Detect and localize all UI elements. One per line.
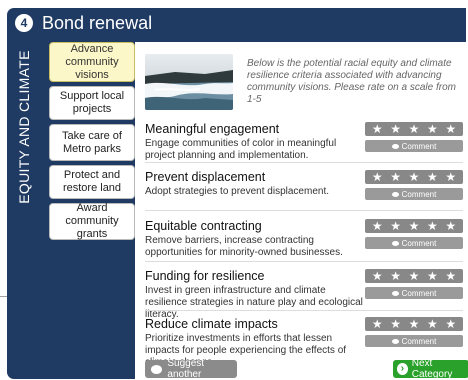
star-rating[interactable]: ★ ★ ★ ★ ★ (365, 317, 463, 331)
star-icon[interactable]: ★ (427, 270, 438, 282)
star-icon[interactable]: ★ (427, 123, 438, 135)
comment-button[interactable]: Comment (365, 140, 463, 152)
bond-renewal-window: 4 Bond renewal EQUITY AND CLIMATE Advanc… (7, 8, 468, 380)
criterion-meaningful-engagement: Meaningful engagement Engage communities… (145, 122, 463, 162)
divider (145, 162, 463, 163)
star-icon[interactable]: ★ (427, 171, 438, 183)
comment-button[interactable]: Comment (365, 188, 463, 200)
header-bar: 4 Bond renewal (7, 8, 466, 38)
star-icon[interactable]: ★ (390, 123, 401, 135)
comment-label: Comment (401, 336, 437, 346)
star-icon[interactable]: ★ (427, 318, 438, 330)
suggest-another-button[interactable]: Suggest another (145, 358, 237, 380)
star-icon[interactable]: ★ (372, 123, 383, 135)
speech-bubble-icon (391, 290, 399, 296)
star-icon[interactable]: ★ (390, 171, 401, 183)
next-label: Next Category (411, 358, 453, 380)
star-icon[interactable]: ★ (372, 220, 383, 232)
comment-button[interactable]: Comment (365, 287, 463, 299)
star-icon[interactable]: ★ (390, 318, 401, 330)
criterion-description: Invest in green infrastructure and clima… (145, 285, 363, 320)
side-label-container: EQUITY AND CLIMATE (7, 42, 41, 212)
criteria-panel: Below is the potential racial equity and… (135, 42, 468, 380)
star-icon[interactable]: ★ (390, 220, 401, 232)
speech-bubble-icon (391, 191, 399, 197)
suggest-label: Suggest another (167, 358, 205, 380)
arrow-right-circle-icon: › (397, 363, 408, 375)
comment-label: Comment (401, 189, 437, 199)
star-icon[interactable]: ★ (409, 220, 420, 232)
star-icon[interactable]: ★ (372, 270, 383, 282)
star-icon[interactable]: ★ (445, 123, 456, 135)
criterion-funding-for-resilience: Funding for resilience Invest in green i… (145, 269, 463, 321)
tab-support-local-projects[interactable]: Support local projects (49, 86, 135, 120)
star-icon[interactable]: ★ (445, 318, 456, 330)
criterion-description: Adopt strategies to prevent displacement… (145, 186, 329, 197)
star-icon[interactable]: ★ (445, 270, 456, 282)
tab-advance-community-visions[interactable]: Advance community visions (49, 42, 135, 82)
waterfall-photo (145, 54, 233, 110)
star-icon[interactable]: ★ (409, 123, 420, 135)
star-rating[interactable]: ★ ★ ★ ★ ★ (365, 170, 463, 184)
comment-button[interactable]: Comment (365, 335, 463, 347)
step-number-badge: 4 (15, 14, 33, 32)
tab-take-care-of-metro-parks[interactable]: Take care of Metro parks (49, 124, 135, 161)
star-icon[interactable]: ★ (409, 171, 420, 183)
divider (145, 310, 463, 311)
divider (145, 261, 463, 262)
divider (145, 210, 463, 211)
criterion-description: Engage communities of color in meaningfu… (145, 138, 337, 161)
tab-protect-and-restore-land[interactable]: Protect and restore land (49, 165, 135, 199)
next-category-button[interactable]: › Next Category (393, 358, 468, 380)
page-title: Bond renewal (42, 12, 153, 33)
star-icon[interactable]: ★ (409, 318, 420, 330)
comment-label: Comment (401, 238, 437, 248)
tab-award-community-grants[interactable]: Award community grants (49, 202, 135, 240)
speech-bubble-icon (391, 143, 399, 149)
intro-instructions: Below is the potential racial equity and… (247, 58, 456, 105)
star-icon[interactable]: ★ (372, 318, 383, 330)
comment-label: Comment (401, 141, 437, 151)
star-rating[interactable]: ★ ★ ★ ★ ★ (365, 269, 463, 283)
comment-label: Comment (401, 288, 437, 298)
side-category-label: EQUITY AND CLIMATE (16, 50, 32, 204)
criterion-description: Remove barriers, increase contracting op… (145, 235, 343, 258)
star-rating[interactable]: ★ ★ ★ ★ ★ (365, 122, 463, 136)
comment-button[interactable]: Comment (365, 237, 463, 249)
criterion-prevent-displacement: Prevent displacement Adopt strategies to… (145, 170, 463, 200)
star-icon[interactable]: ★ (409, 270, 420, 282)
category-tabs: Advance community visions Support local … (49, 42, 135, 244)
star-icon[interactable]: ★ (372, 171, 383, 183)
star-icon[interactable]: ★ (427, 220, 438, 232)
criterion-equitable-contracting: Equitable contracting Remove barriers, i… (145, 219, 463, 259)
star-rating[interactable]: ★ ★ ★ ★ ★ (365, 219, 463, 233)
speech-bubble-icon (391, 338, 399, 344)
speech-bubble-icon (151, 364, 163, 374)
speech-bubble-icon (391, 240, 399, 246)
star-icon[interactable]: ★ (445, 171, 456, 183)
star-icon[interactable]: ★ (445, 220, 456, 232)
star-icon[interactable]: ★ (390, 270, 401, 282)
